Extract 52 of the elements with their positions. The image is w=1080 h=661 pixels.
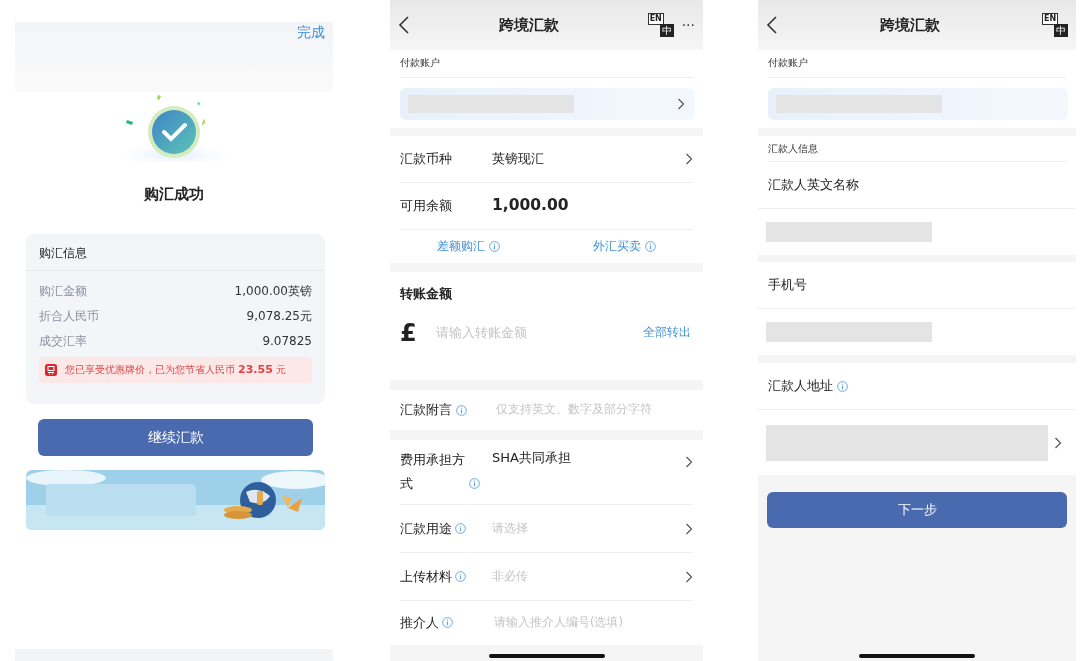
row-value: 1,000.00 <box>492 195 569 217</box>
amount-label: 转账金额 <box>390 272 703 310</box>
field-label: 手机号 <box>768 276 807 295</box>
info-label: 折合人民币 <box>39 308 99 325</box>
help-link[interactable]: 外汇买卖 <box>593 237 642 256</box>
back-icon[interactable] <box>398 16 410 34</box>
chevron-right-icon[interactable] <box>685 153 693 165</box>
info-icon <box>488 241 500 252</box>
currency-symbol: £ <box>400 318 418 349</box>
continue-remittance-button[interactable]: 继续汇款 <box>38 419 313 456</box>
info-value: 9,078.25元 <box>246 308 312 325</box>
row-label: 可用余额 <box>400 197 453 216</box>
screen-title: 跨境汇款 <box>497 14 560 36</box>
transfer-all-link[interactable]: 全部转出 <box>643 324 691 342</box>
field-label: 汇款人地址 <box>768 377 833 396</box>
row-label: 推介人 <box>400 615 439 631</box>
row-label: 汇款用途 <box>400 520 452 536</box>
info-icon <box>645 241 657 252</box>
back-icon[interactable] <box>766 16 778 34</box>
discount-icon <box>45 364 57 376</box>
row-label: 汇款附言 <box>400 401 452 420</box>
help-link[interactable]: 差额购汇 <box>436 237 485 256</box>
language-toggle[interactable]: EN 中 <box>1042 13 1068 37</box>
card-title: 购汇信息 <box>26 234 325 271</box>
info-value: 1,000.00英镑 <box>234 283 312 300</box>
row-label: 费用承担方式 <box>400 451 466 493</box>
info-icon <box>837 380 848 392</box>
select-placeholder: 非必传 <box>492 567 528 585</box>
info-label: 成交汇率 <box>39 333 87 350</box>
info-icon <box>455 570 466 582</box>
chevron-right-icon[interactable] <box>685 570 693 583</box>
more-button[interactable]: ··· <box>681 14 695 36</box>
success-title: 购汇成功 <box>143 184 205 205</box>
info-label: 购汇金额 <box>39 283 87 300</box>
info-icon <box>442 617 453 629</box>
info-icon <box>469 478 480 489</box>
notice-text: 您已享受优惠牌价，已为您节省人民币 23.55 元 <box>65 361 286 378</box>
row-value: SHA共同承担 <box>492 449 571 467</box>
language-toggle[interactable]: EN 中 <box>647 13 674 37</box>
chevron-right-icon[interactable] <box>677 98 685 110</box>
chevron-right-icon[interactable] <box>685 456 693 468</box>
row-label: 上传材料 <box>400 568 452 584</box>
info-icon <box>456 404 467 416</box>
row-value: 英镑现汇 <box>492 150 544 169</box>
next-step-button[interactable]: 下一步 <box>767 492 1067 528</box>
info-value: 9.07825 <box>262 333 312 350</box>
field-label: 汇款人英文名称 <box>768 176 859 195</box>
row-label: 汇款币种 <box>400 150 453 169</box>
chevron-right-icon[interactable] <box>1054 436 1062 449</box>
screen-title: 跨境汇款 <box>879 14 941 36</box>
chevron-right-icon[interactable] <box>685 522 693 535</box>
info-icon <box>455 522 466 534</box>
